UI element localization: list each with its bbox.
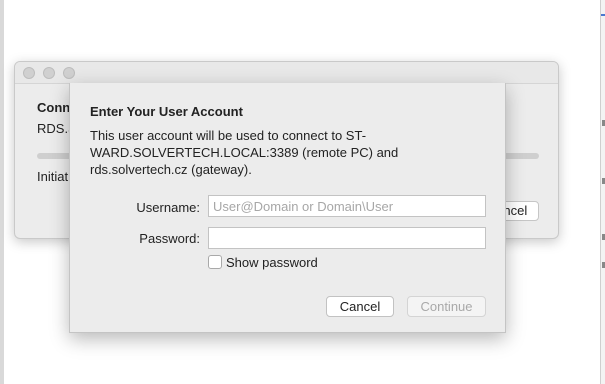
sheet-title: Enter Your User Account xyxy=(90,104,243,119)
zoom-window-button[interactable] xyxy=(63,67,75,79)
background-app-right-edge xyxy=(600,0,605,384)
password-input[interactable] xyxy=(208,227,486,249)
show-password-label: Show password xyxy=(226,254,318,270)
close-window-button[interactable] xyxy=(23,67,35,79)
window-titlebar xyxy=(15,62,558,84)
show-password-row[interactable]: Show password xyxy=(208,254,318,270)
password-label: Password: xyxy=(139,231,200,246)
continue-button[interactable]: Continue xyxy=(407,296,486,317)
minimize-window-button[interactable] xyxy=(43,67,55,79)
username-label: Username: xyxy=(136,200,200,215)
user-account-sheet: Enter Your User Account This user accoun… xyxy=(69,83,506,333)
show-password-checkbox[interactable] xyxy=(208,255,222,269)
sheet-description: This user account will be used to connec… xyxy=(90,128,399,177)
username-input[interactable] xyxy=(208,195,486,217)
cancel-button[interactable]: Cancel xyxy=(326,296,394,317)
background-app-edge xyxy=(0,0,4,384)
